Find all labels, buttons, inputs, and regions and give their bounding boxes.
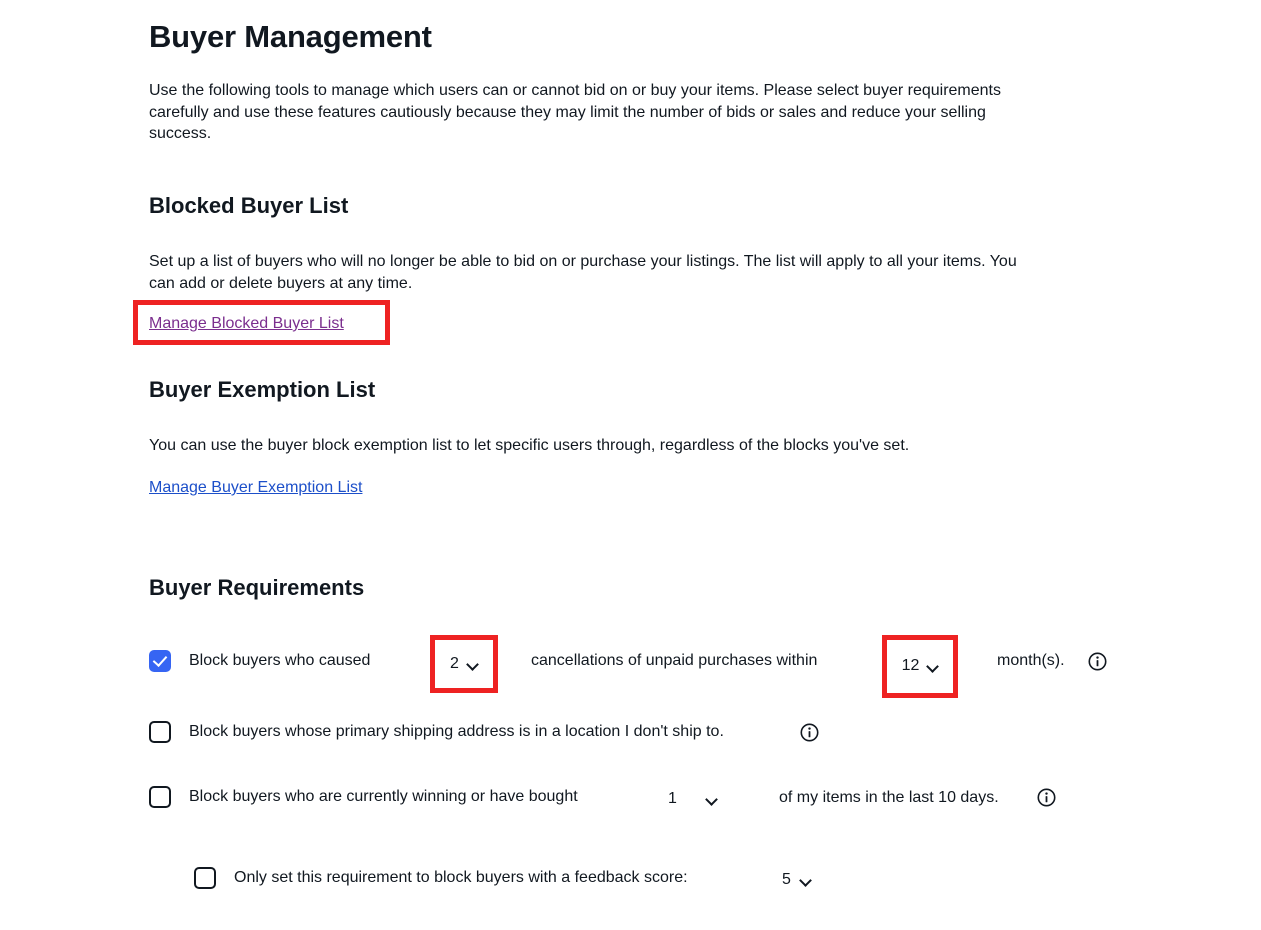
checkbox-feedback-score-requirement[interactable] bbox=[194, 867, 216, 889]
blocked-buyer-list-heading: Blocked Buyer List bbox=[149, 192, 348, 220]
dropdown-items-bought-count[interactable]: 1 bbox=[668, 786, 730, 812]
checkbox-block-items-bought[interactable] bbox=[149, 786, 171, 808]
dropdown-items-bought-count-value: 1 bbox=[668, 790, 677, 808]
requirement-label-unpaid-cancellations: Block buyers who caused bbox=[189, 651, 370, 671]
dropdown-months-value: 12 bbox=[902, 657, 920, 675]
page-title: Buyer Management bbox=[149, 0, 1189, 56]
checkbox-block-unpaid-cancellations[interactable] bbox=[149, 650, 171, 672]
page-content: Buyer Management Use the following tools… bbox=[149, 0, 1189, 145]
requirement-row-unpaid-cancellations: Block buyers who caused bbox=[149, 650, 370, 672]
requirement-label-shipping-location: Block buyers whose primary shipping addr… bbox=[189, 722, 724, 742]
requirement-row-shipping-location: Block buyers whose primary shipping addr… bbox=[149, 721, 724, 743]
info-circle-icon[interactable] bbox=[1088, 652, 1107, 671]
info-circle-icon[interactable] bbox=[800, 723, 819, 742]
manage-blocked-buyer-list-link[interactable]: Manage Blocked Buyer List bbox=[149, 313, 344, 334]
buyer-exemption-list-description: You can use the buyer block exemption li… bbox=[149, 435, 1029, 457]
buyer-exemption-list-heading: Buyer Exemption List bbox=[149, 376, 375, 404]
blocked-buyer-list-description: Set up a list of buyers who will no long… bbox=[149, 251, 1029, 294]
page-intro-text: Use the following tools to manage which … bbox=[149, 56, 1029, 145]
requirement-middle-text-cancellations: cancellations of unpaid purchases within bbox=[531, 652, 817, 670]
requirement-trailing-text-months: month(s). bbox=[997, 652, 1065, 670]
dropdown-feedback-score[interactable]: 5 bbox=[782, 867, 828, 893]
chevron-down-icon bbox=[801, 875, 812, 886]
dropdown-cancellation-count[interactable]: 2 bbox=[437, 646, 492, 682]
checkbox-block-shipping-location[interactable] bbox=[149, 721, 171, 743]
requirement-row-feedback-score: Only set this requirement to block buyer… bbox=[194, 867, 688, 889]
buyer-requirements-heading: Buyer Requirements bbox=[149, 574, 364, 602]
requirement-trailing-text-items-bought: of my items in the last 10 days. bbox=[779, 789, 999, 807]
requirement-label-items-bought: Block buyers who are currently winning o… bbox=[189, 787, 578, 807]
requirement-row-items-bought: Block buyers who are currently winning o… bbox=[149, 786, 578, 808]
dropdown-months[interactable]: 12 bbox=[893, 648, 948, 684]
chevron-down-icon bbox=[707, 794, 718, 805]
dropdown-feedback-score-value: 5 bbox=[782, 871, 791, 889]
requirement-label-feedback-score: Only set this requirement to block buyer… bbox=[234, 868, 688, 888]
buyer-management-page: Buyer Management Use the following tools… bbox=[0, 0, 1261, 930]
chevron-down-icon bbox=[468, 659, 479, 670]
manage-buyer-exemption-list-link[interactable]: Manage Buyer Exemption List bbox=[149, 477, 362, 498]
chevron-down-icon bbox=[928, 661, 939, 672]
info-circle-icon[interactable] bbox=[1037, 788, 1056, 807]
dropdown-cancellation-count-value: 2 bbox=[450, 655, 459, 673]
